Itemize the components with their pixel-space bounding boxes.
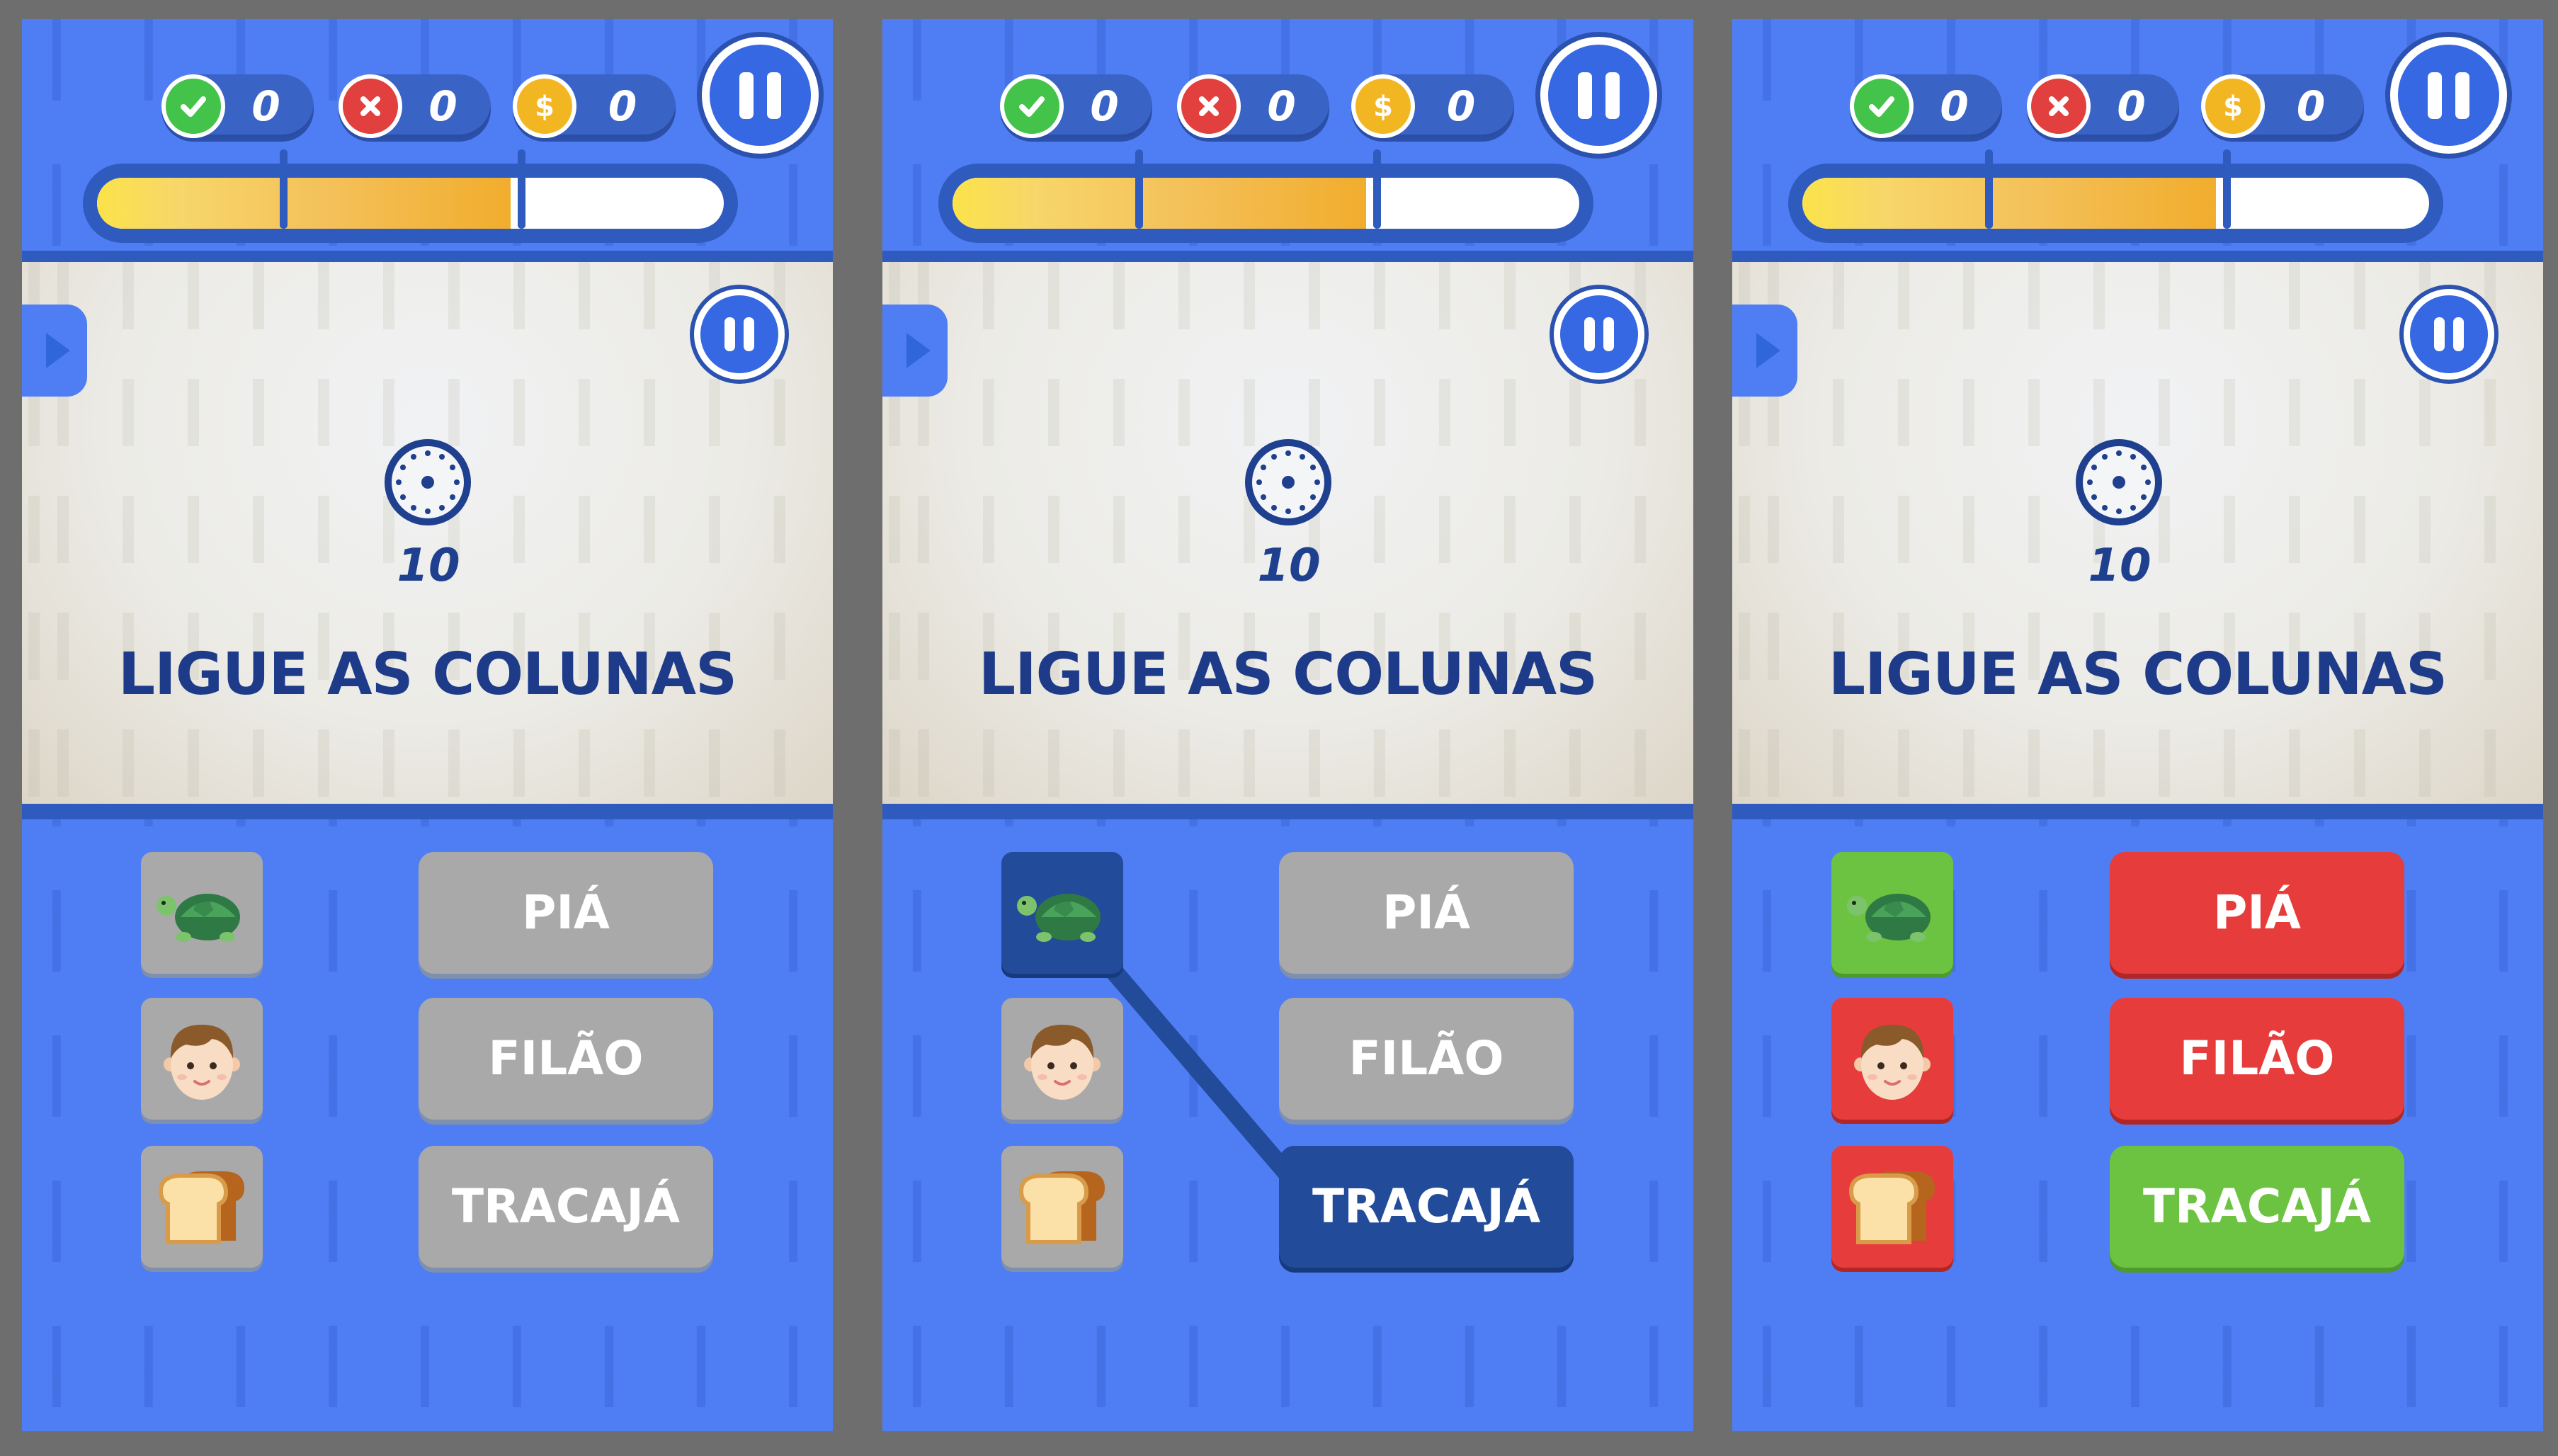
- dollar-coin-icon: $: [2201, 74, 2265, 138]
- game-screen-1: 0 0 $ 0 10 LIGUE AS COLUNAS PIÁ FILÃO TR…: [22, 19, 833, 1431]
- turtle-icon: [1017, 894, 1101, 942]
- instruction-title: LIGUE AS COLUNAS: [1828, 641, 2448, 708]
- boy-face-icon: [164, 1025, 240, 1100]
- progress-bar: [1788, 149, 2443, 243]
- question-banner: 10 LIGUE AS COLUNAS: [1732, 262, 2543, 804]
- image-tile-bread[interactable]: [1001, 1146, 1123, 1268]
- coin-counter: $ 0: [2201, 74, 2364, 138]
- word-button-filao[interactable]: FILÃO: [1279, 998, 1574, 1120]
- word-button-pia[interactable]: PIÁ: [1279, 852, 1574, 974]
- correct-count: 0: [251, 82, 280, 130]
- banner-pause-button[interactable]: [2404, 289, 2494, 380]
- banner-pause-button[interactable]: [694, 289, 785, 380]
- expand-tab[interactable]: [22, 305, 87, 397]
- image-tile-bread[interactable]: [141, 1146, 263, 1268]
- game-screen-2: 0 0 $ 0 10 LIGUE AS COLUNAS PIÁ FILÃO TR…: [882, 19, 1693, 1431]
- question-banner: 10 LIGUE AS COLUNAS: [22, 262, 833, 804]
- image-tile-bread[interactable]: [1831, 1146, 1953, 1268]
- bread-icon: [158, 1171, 244, 1244]
- image-tile-turtle[interactable]: [141, 852, 263, 974]
- bread-icon: [1018, 1171, 1105, 1244]
- image-tile-boy-face[interactable]: [1831, 998, 1953, 1120]
- word-button-tracaja[interactable]: TRACAJÁ: [419, 1146, 713, 1268]
- turtle-icon: [157, 894, 240, 942]
- progress-fill: [97, 178, 511, 229]
- turtle-icon: [1847, 894, 1931, 942]
- x-icon: [2027, 74, 2091, 138]
- svg-text:$: $: [2223, 91, 2243, 123]
- word-button-pia[interactable]: PIÁ: [2110, 852, 2404, 974]
- image-tile-boy-face[interactable]: [141, 998, 263, 1120]
- word-button-tracaja[interactable]: TRACAJÁ: [1279, 1146, 1574, 1268]
- game-screen-3: 0 0 $ 0 10 LIGUE AS COLUNAS PIÁ FILÃO TR…: [1732, 19, 2543, 1431]
- wrong-count: 0: [428, 82, 457, 130]
- wrong-counter: 0: [339, 74, 491, 138]
- wrong-count: 0: [2117, 82, 2146, 130]
- progress-fill: [1802, 178, 2217, 229]
- hud: 0 0 $ 0: [22, 19, 833, 262]
- correct-counter: 0: [161, 74, 314, 138]
- correct-counter: 0: [1850, 74, 2002, 138]
- x-icon: [339, 74, 402, 138]
- coin-count: 0: [2296, 82, 2326, 130]
- timer-icon: [2076, 439, 2162, 525]
- pause-button[interactable]: [702, 37, 819, 154]
- pause-button[interactable]: [2390, 37, 2507, 154]
- play-arrow-icon: [1756, 333, 1780, 368]
- timer-icon: [385, 439, 471, 525]
- svg-text:$: $: [535, 91, 555, 123]
- expand-tab[interactable]: [1732, 305, 1797, 397]
- timer-value: 10: [397, 540, 460, 592]
- bread-icon: [1848, 1171, 1935, 1244]
- wrong-counter: 0: [2027, 74, 2179, 138]
- instruction-title: LIGUE AS COLUNAS: [118, 641, 737, 708]
- coin-count: 0: [608, 82, 637, 130]
- check-icon: [1850, 74, 1914, 138]
- play-arrow-icon: [46, 333, 70, 368]
- progress-bar: [83, 149, 738, 243]
- boy-face-icon: [1854, 1025, 1931, 1100]
- check-icon: [161, 74, 225, 138]
- coin-counter: $ 0: [513, 74, 676, 138]
- boy-face-icon: [1024, 1025, 1101, 1100]
- hud: 0 0 $ 0: [1732, 19, 2543, 262]
- image-tile-turtle[interactable]: [1831, 852, 1953, 974]
- image-tile-boy-face[interactable]: [1001, 998, 1123, 1120]
- word-button-filao[interactable]: FILÃO: [2110, 998, 2404, 1120]
- image-tile-turtle[interactable]: [1001, 852, 1123, 974]
- dollar-coin-icon: $: [513, 74, 576, 138]
- word-button-tracaja[interactable]: TRACAJÁ: [2110, 1146, 2404, 1268]
- correct-count: 0: [1940, 82, 1969, 130]
- word-button-filao[interactable]: FILÃO: [419, 998, 713, 1120]
- word-button-pia[interactable]: PIÁ: [419, 852, 713, 974]
- timer-value: 10: [2088, 540, 2151, 592]
